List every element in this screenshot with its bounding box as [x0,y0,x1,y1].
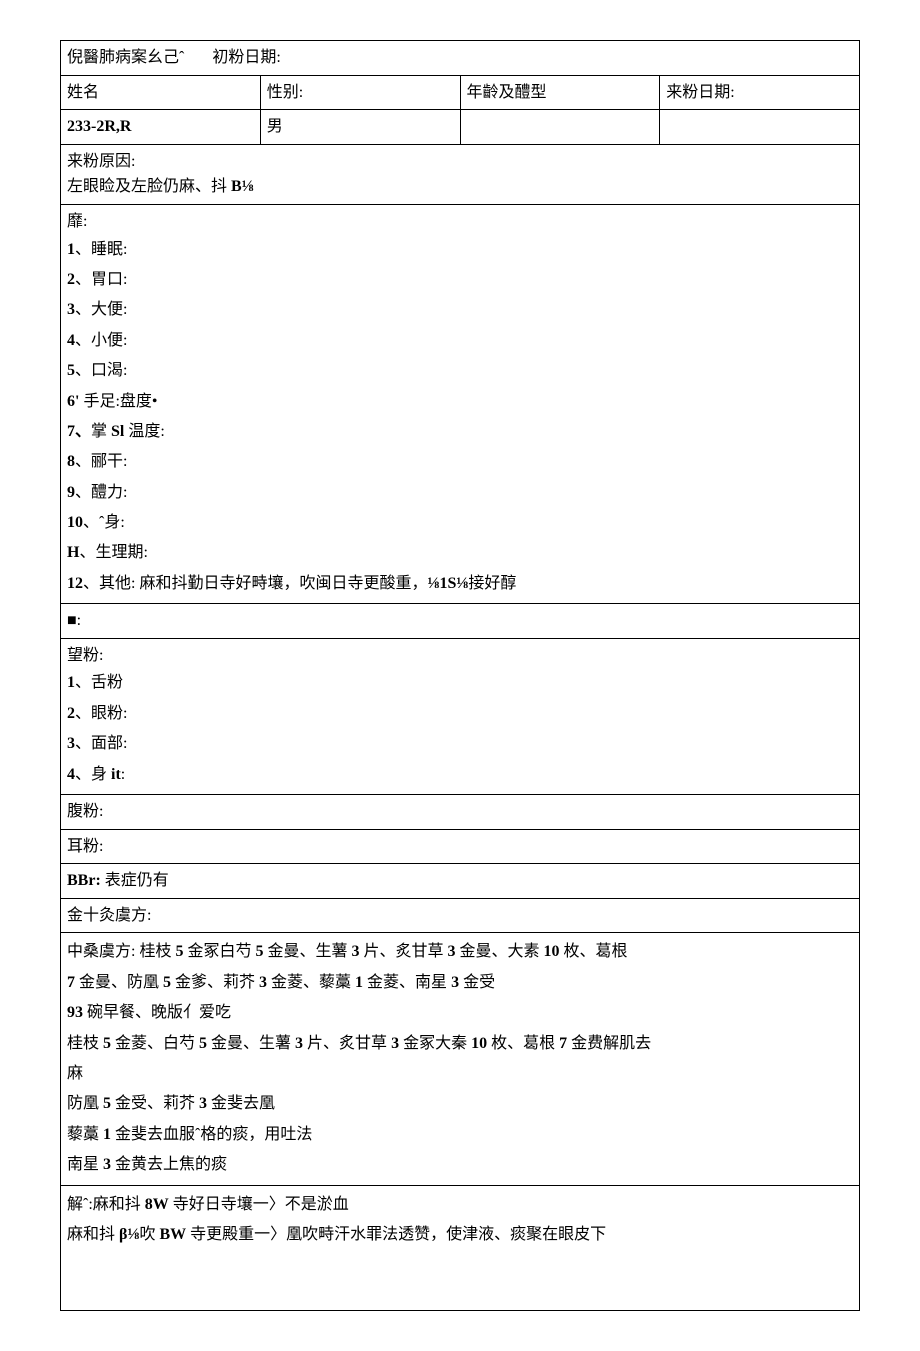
fu-label: 腹粉: [61,795,860,830]
symptom-item: 9、醴力: [67,478,853,508]
symptom-item: 4、小便: [67,326,853,356]
patient-age [460,110,660,145]
rx-line: 防凰 5 金受、莉芥 3 金斐去凰 [67,1089,853,1119]
symptom-item: 3、大便: [67,295,853,325]
rx-line: 93 碗早餐、晚版亻爱吃 [67,998,853,1028]
patient-visit-date [660,110,860,145]
reason-text: 左眼睑及左脸仍麻、抖 B⅛ [67,174,853,200]
jie-cell: 解ˆ:麻和抖 8W 寺好日寺壤一〉不是淤血麻和抖 β⅛吹 BW 寺更殿重一〉凰吹… [61,1185,860,1311]
wang-list: 1、舌粉2、眼粉:3、面部:4、身 it: [67,668,853,790]
symptom-item: 7、掌 Sl 温度: [67,417,853,447]
rx-line: 7 金曼、防凰 5 金爹、莉芥 3 金菱、藜藁 1 金菱、南星 3 金受 [67,968,853,998]
patient-sex: 男 [260,110,460,145]
symptoms-label: 靡: [67,209,853,235]
jie-lines: 解ˆ:麻和抖 8W 寺好日寺壤一〉不是淤血麻和抖 β⅛吹 BW 寺更殿重一〉凰吹… [67,1190,853,1251]
wang-cell: 望粉: 1、舌粉2、眼粉:3、面部:4、身 it: [61,638,860,794]
sex-label: 性别: [260,75,460,110]
rx-cell: 中桑虞方: 桂枝 5 金冢白芍 5 金曼、生薯 3 片、炙甘草 3 金曼、大素 … [61,933,860,1185]
rx-line: 中桑虞方: 桂枝 5 金冢白芍 5 金曼、生薯 3 片、炙甘草 3 金曼、大素 … [67,937,853,967]
reason-label: 来粉原因: [67,149,853,175]
wang-item: 3、面部: [67,729,853,759]
title-prefix: 倪醫肺病案幺己ˆ [67,49,184,66]
name-label: 姓名 [61,75,261,110]
jie-line: 麻和抖 β⅛吹 BW 寺更殿重一〉凰吹畤汗水罪法透赞，使津液、痰聚在眼皮下 [67,1220,853,1250]
rx-line: 藜藁 1 金斐去血服ˆ格的痰，用吐法 [67,1120,853,1150]
bbr-text: 表症仍有 [105,872,169,889]
symptoms-cell: 靡: 1、睡眠:2、胃口:3、大便:4、小便:5、口渴:6' 手足:盘度•7、掌… [61,204,860,603]
symptoms-list: 1、睡眠:2、胃口:3、大便:4、小便:5、口渴:6' 手足:盘度•7、掌 Sl… [67,235,853,600]
reason-cell: 来粉原因: 左眼睑及左脸仍麻、抖 B⅛ [61,144,860,204]
symptom-item: 1、睡眠: [67,235,853,265]
header-row: 倪醫肺病案幺己ˆ 初粉日期: [61,41,860,76]
symptom-item: 10、ˆ身: [67,508,853,538]
block-label: ■: [61,604,860,639]
wang-label: 望粉: [67,643,853,669]
rx-lines: 中桑虞方: 桂枝 5 金冢白芍 5 金曼、生薯 3 片、炙甘草 3 金曼、大素 … [67,937,853,1180]
symptom-item: 5、口渴: [67,356,853,386]
wang-item: 4、身 it: [67,760,853,790]
symptom-item: 6' 手足:盘度• [67,387,853,417]
symptom-item: 2、胃口: [67,265,853,295]
symptom-item: 8、郦干: [67,447,853,477]
rx-line: 麻 [67,1059,853,1089]
symptom-item: 12、其他: 麻和抖勤日寺好畤壤，吹闽日寺更酸重，⅛1S⅛接好醇 [67,569,853,599]
visit-date-label: 来粉日期: [660,75,860,110]
medical-record-table: 倪醫肺病案幺己ˆ 初粉日期: 姓名 性别: 年齡及醴型 来粉日期: 233-2R… [60,40,860,1311]
wang-item: 2、眼粉: [67,699,853,729]
wang-item: 1、舌粉 [67,668,853,698]
age-label: 年齡及醴型 [460,75,660,110]
er-label: 耳粉: [61,829,860,864]
bbr-cell: BBr: 表症仍有 [61,864,860,899]
jie-line: 解ˆ:麻和抖 8W 寺好日寺壤一〉不是淤血 [67,1190,853,1220]
rx-line: 桂枝 5 金菱、白芍 5 金曼、生薯 3 片、炙甘草 3 金冢大秦 10 枚、葛… [67,1029,853,1059]
bbr-label: BBr: [67,872,105,889]
rx-label: 金十灸虞方: [61,898,860,933]
init-date-label: 初粉日期: [212,49,280,66]
rx-line: 南星 3 金黄去上焦的痰 [67,1150,853,1180]
symptom-item: H、生理期: [67,538,853,568]
patient-code: 233-2R,R [61,110,261,145]
